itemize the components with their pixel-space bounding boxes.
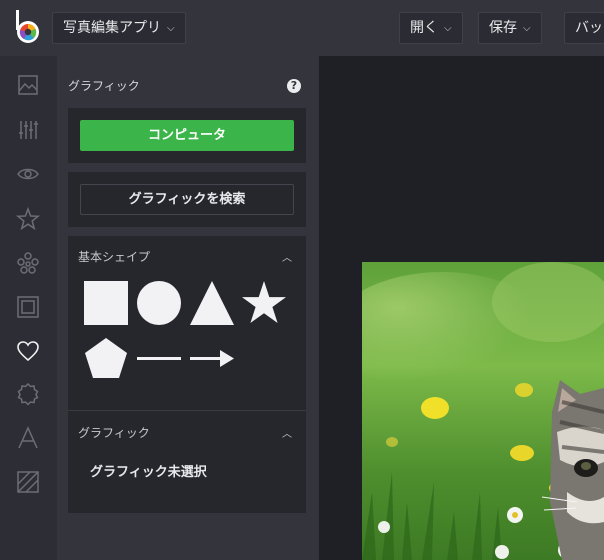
graphics-panel: グラフィック ? コンピュータ グラフィックを検索 基本シェイプ ︿ グラフィッ… (57, 56, 319, 560)
arrow-shape-icon[interactable] (189, 336, 235, 382)
open-label: 開く (410, 20, 438, 36)
chevron-down-icon: ⌵ (523, 23, 531, 34)
open-button[interactable]: 開く ⌵ (399, 12, 463, 44)
square-shape-icon[interactable] (83, 280, 129, 326)
batch-button[interactable]: バッチ (564, 12, 604, 44)
text-icon[interactable] (16, 426, 40, 450)
circle-shape-icon[interactable] (136, 280, 182, 326)
batch-label: バッチ (575, 20, 604, 36)
save-label: 保存 (489, 20, 517, 36)
top-bar: 写真編集アプリ ⌵ 開く ⌵ 保存 ⌵ バッチ (0, 0, 604, 56)
computer-button[interactable]: コンピュータ (80, 120, 294, 151)
section-divider (68, 410, 306, 411)
no-graphic-selected-text: グラフィック未選択 (90, 465, 207, 480)
pentagon-shape-icon[interactable] (83, 336, 129, 382)
kitten-photo[interactable] (362, 262, 604, 560)
search-graphics-button[interactable]: グラフィックを検索 (80, 184, 294, 215)
graphic-section-title: グラフィック (78, 426, 150, 440)
app-menu-label: 写真編集アプリ (63, 20, 161, 36)
star-shape-icon[interactable] (241, 280, 287, 326)
search-card: グラフィックを検索 (68, 172, 306, 227)
frame-icon[interactable] (16, 295, 40, 319)
flower-icon[interactable] (16, 251, 40, 275)
chevron-down-icon: ⌵ (167, 23, 175, 34)
upload-card: コンピュータ (68, 108, 306, 163)
app-logo-icon[interactable] (14, 9, 42, 45)
app-window: 写真編集アプリ ⌵ 開く ⌵ 保存 ⌵ バッチ (0, 0, 604, 560)
help-icon[interactable]: ? (287, 79, 301, 93)
heart-icon[interactable] (16, 339, 40, 363)
basic-shapes-title: 基本シェイプ (78, 250, 151, 264)
panel-title: グラフィック (68, 79, 140, 93)
texture-icon[interactable] (16, 470, 40, 494)
editor-canvas[interactable] (319, 56, 604, 560)
image-icon[interactable] (16, 73, 40, 97)
line-shape-icon[interactable] (136, 336, 182, 382)
save-button[interactable]: 保存 ⌵ (478, 12, 542, 44)
app-menu-button[interactable]: 写真編集アプリ ⌵ (52, 12, 186, 44)
chevron-up-icon[interactable]: ︿ (282, 425, 292, 440)
triangle-shape-icon[interactable] (189, 280, 235, 326)
star-icon[interactable] (16, 207, 40, 231)
chevron-down-icon: ⌵ (444, 23, 452, 34)
badge-icon[interactable] (16, 382, 40, 406)
eye-icon[interactable] (16, 162, 40, 186)
adjust-sliders-icon[interactable] (16, 118, 40, 142)
tool-rail (0, 56, 57, 560)
chevron-up-icon[interactable]: ︿ (282, 249, 292, 264)
shapes-card: 基本シェイプ ︿ グラフィック ︿ グラフィック未選択 (68, 236, 306, 513)
